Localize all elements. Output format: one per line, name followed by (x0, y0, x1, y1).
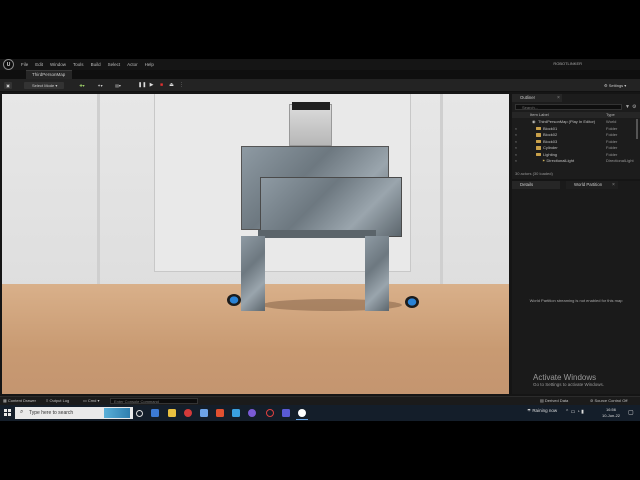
console-icon: ▭ (83, 398, 87, 403)
light-icon: ✶ (542, 158, 546, 163)
robot-head (289, 104, 332, 146)
unreal-engine-taskbar-icon[interactable] (298, 409, 306, 417)
taskbar-app-icon[interactable] (151, 409, 159, 417)
robot-wheel-left (227, 294, 241, 306)
pause-icon[interactable]: ❚❚ (138, 82, 146, 89)
source-control-button[interactable]: ⊘ Source Control Off (590, 397, 628, 405)
gear-icon[interactable]: ⚙ (632, 104, 636, 110)
derived-data-button[interactable]: ▤ Derived Data (540, 397, 568, 405)
rain-icon: ☂ (527, 408, 532, 413)
tab-bar: ThirdPersonMap (0, 70, 640, 79)
tab-outliner[interactable]: Outliner (512, 94, 562, 102)
menu-file[interactable]: File (21, 62, 28, 67)
main-toolbar: ▣ Select Mode ▾ ✚▾ ✦▾ ▤▾ ❚❚ ▶ ■ ⏏ ⋮ ⚙ Se… (0, 79, 640, 92)
opera-icon[interactable] (266, 409, 274, 417)
level-viewport[interactable] (2, 94, 509, 394)
eject-icon[interactable]: ⏏ (168, 82, 175, 89)
editor-status-bar: ▦ Content Drawer ≡ Output Log ▭ Cmd ▾ En… (0, 396, 640, 405)
robot-crossbar (258, 230, 376, 238)
close-icon[interactable]: × (557, 95, 560, 101)
robot-wheel-right (405, 296, 419, 308)
tab-world-partition[interactable]: World Partition (566, 181, 618, 189)
log-icon: ≡ (46, 398, 49, 403)
active-app-indicator (296, 419, 308, 420)
menu-build[interactable]: Build (91, 62, 101, 67)
outliner-panel: Outliner × Search... ▼ ⚙ Item Label Type… (512, 94, 640, 179)
column-item-label[interactable]: Item Label (530, 112, 549, 118)
world-partition-message: World Partition streaming is not enabled… (529, 298, 623, 303)
column-type[interactable]: Type (606, 112, 615, 118)
more-options-icon[interactable]: ⋮ (178, 82, 185, 89)
menu-select[interactable]: Select (108, 62, 121, 67)
robot-leg-right (365, 236, 389, 311)
task-view-icon[interactable] (136, 409, 143, 417)
edge-icon[interactable] (232, 409, 240, 417)
output-log-button[interactable]: ≡ Output Log (46, 397, 69, 405)
search-icon: ⌕ (20, 409, 24, 415)
folder-icon (536, 139, 541, 144)
menu-tools[interactable]: Tools (73, 62, 84, 67)
taskbar-clock[interactable]: 16:56 10-Jun-22 (602, 407, 620, 418)
data-icon: ▤ (540, 398, 544, 403)
filter-icon[interactable]: ▼ (625, 104, 630, 110)
eye-icon[interactable]: ◐ (515, 158, 517, 165)
content-drawer-button[interactable]: ▦ Content Drawer (3, 397, 36, 405)
folder-icon (536, 133, 541, 137)
folder-icon (536, 146, 541, 150)
outliner-column-header: Item Label Type (512, 112, 640, 118)
menu-help[interactable]: Help (145, 62, 154, 67)
robot-leg-left (241, 236, 265, 311)
source-control-icon: ⊘ (590, 398, 594, 403)
gear-icon: ⚙ (604, 83, 608, 88)
pillar-right (440, 94, 443, 292)
notification-icon[interactable]: ▢ (628, 409, 634, 416)
select-mode-dropdown[interactable]: Select Mode ▾ (24, 82, 64, 89)
cmd-dropdown[interactable]: ▭ Cmd ▾ (83, 397, 99, 405)
folder-icon (536, 126, 541, 131)
unreal-editor-window: U File Edit Window Tools Build Select Ac… (0, 59, 640, 421)
taskbar-app-icon[interactable] (216, 409, 224, 417)
menu-bar: U File Edit Window Tools Build Select Ac… (0, 59, 640, 70)
taskbar-app-icon[interactable] (200, 409, 208, 417)
taskbar-app-icon[interactable] (248, 409, 256, 417)
taskbar-app-icon[interactable] (282, 409, 290, 417)
stop-icon[interactable]: ■ (158, 82, 165, 89)
file-explorer-icon[interactable] (168, 409, 176, 417)
robot-head-top (292, 102, 330, 110)
blueprint-icon[interactable]: ✦▾ (94, 82, 106, 89)
settings-button[interactable]: ⚙ Settings ▾ (604, 82, 634, 89)
cinematics-icon[interactable]: ▤▾ (112, 82, 124, 89)
drawer-icon: ▦ (3, 398, 7, 403)
weather-widget[interactable]: ☂ Raining now (527, 408, 557, 414)
menu-edit[interactable]: Edit (35, 62, 43, 67)
system-tray-icons[interactable]: ⌃ ▭ ◔ ▮ (565, 409, 584, 415)
menu-window[interactable]: Window (50, 62, 66, 67)
tab-thirdpersonmap[interactable]: ThirdPersonMap (26, 70, 72, 79)
skip-icon[interactable]: ▶ (148, 82, 155, 89)
outliner-search-input[interactable]: Search... (515, 104, 622, 110)
menu-actor[interactable]: Actor (127, 62, 138, 67)
folder-icon (536, 152, 541, 157)
tab-details[interactable]: Details (512, 181, 560, 189)
save-icon[interactable]: ▣ (4, 82, 12, 89)
windows-taskbar: Type here to search ⌕ ☂ Raining now ⌃ ▭ … (0, 405, 640, 421)
outliner-row[interactable]: ◐ ✶ DirectionalLight DirectionalLight (512, 158, 634, 165)
pillar-left (97, 94, 100, 292)
close-icon[interactable]: × (612, 182, 615, 188)
details-panel: Details World Partition × World Partitio… (512, 181, 640, 394)
outliner-scrollbar[interactable] (636, 119, 638, 139)
console-command-input[interactable]: Enter Console Command (110, 398, 198, 404)
robot-body-front (260, 177, 402, 237)
actor-count: 30 actors (30 loaded) (515, 171, 553, 176)
windows-start-icon[interactable] (4, 409, 11, 416)
project-name: ROBOTLINKER (553, 61, 582, 66)
add-content-icon[interactable]: ✚▾ (76, 82, 88, 89)
search-highlight-image (104, 408, 130, 418)
unreal-logo-icon[interactable]: U (3, 59, 14, 70)
chrome-icon[interactable] (184, 409, 192, 417)
activate-windows-watermark: Activate Windows Go to Settings to activ… (533, 373, 605, 387)
